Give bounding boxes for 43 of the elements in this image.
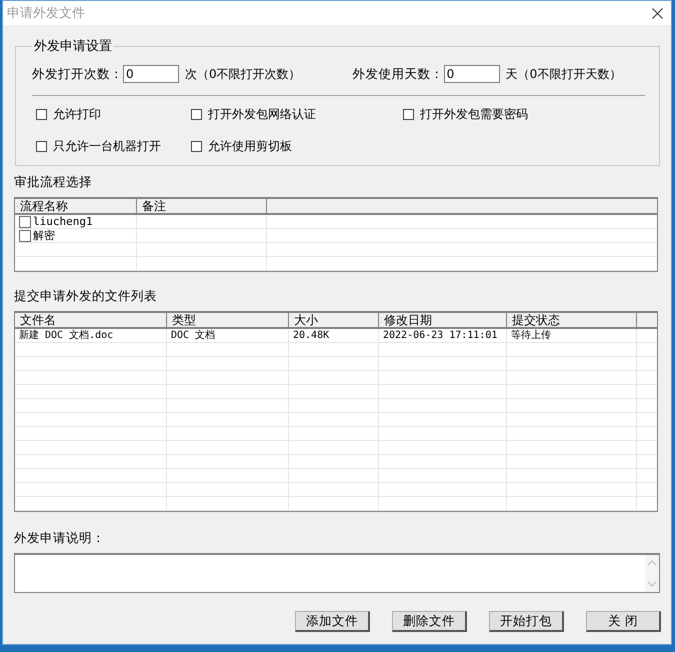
column-header[interactable]: 文件名	[15, 313, 167, 327]
field-label: 外发使用天数：	[352, 66, 444, 82]
section-label: 审批流程选择	[14, 174, 93, 191]
field-hint: 天（0不限打开天数）	[506, 66, 622, 82]
checkbox-label: 允许使用剪切板	[208, 138, 292, 155]
table-cell: 20.48K	[293, 329, 330, 342]
section-label: 提交申请外发的文件列表	[14, 288, 158, 305]
field-hint: 次（0不限打开次数）	[185, 66, 301, 82]
close-icon[interactable]	[652, 8, 663, 18]
column-header[interactable]: 备注	[137, 199, 267, 213]
checkbox[interactable]	[191, 141, 202, 152]
checkbox-label: 允许打印	[53, 106, 101, 123]
dialog-button[interactable]: 添加文件	[295, 611, 370, 632]
input-field[interactable]: 0	[123, 65, 179, 83]
checkbox-label: 只允许一台机器打开	[53, 138, 161, 155]
checkbox-label: 打开外发包需要密码	[420, 106, 528, 123]
checkbox[interactable]	[36, 141, 47, 152]
table-cell: 等待上传	[511, 329, 551, 342]
column-header[interactable]: 提交状态	[507, 313, 637, 327]
checkbox[interactable]	[403, 109, 414, 120]
table-cell[interactable]: liucheng1	[33, 215, 93, 228]
checkbox[interactable]	[191, 109, 202, 120]
dialog-button[interactable]: 删除文件	[392, 611, 467, 632]
dialog-button[interactable]: 开始打包	[489, 611, 564, 632]
column-header[interactable]: 大小	[289, 313, 379, 327]
checkbox[interactable]	[19, 216, 31, 228]
checkbox[interactable]	[19, 230, 31, 242]
column-header[interactable]: 修改日期	[379, 313, 507, 327]
table-cell: 新建 DOC 文档.doc	[19, 329, 114, 342]
column-header[interactable]: 类型	[167, 313, 289, 327]
window-title: 申请外发文件	[7, 5, 85, 22]
dialog-button[interactable]: 关 闭	[586, 611, 661, 632]
field-label: 外发申请说明：	[14, 530, 106, 547]
input-field[interactable]: 0	[444, 65, 500, 83]
field-label: 外发打开次数：	[32, 66, 123, 82]
group-title: 外发申请设置	[33, 38, 113, 55]
table-cell: 2022-06-23 17:11:01	[383, 329, 498, 342]
checkbox-label: 打开外发包网络认证	[208, 106, 316, 123]
checkbox[interactable]	[36, 109, 47, 120]
column-header[interactable]: 流程名称	[15, 199, 137, 213]
description-field[interactable]	[14, 553, 660, 593]
table-cell[interactable]: 解密	[33, 229, 55, 242]
table-cell: DOC 文档	[171, 329, 216, 342]
